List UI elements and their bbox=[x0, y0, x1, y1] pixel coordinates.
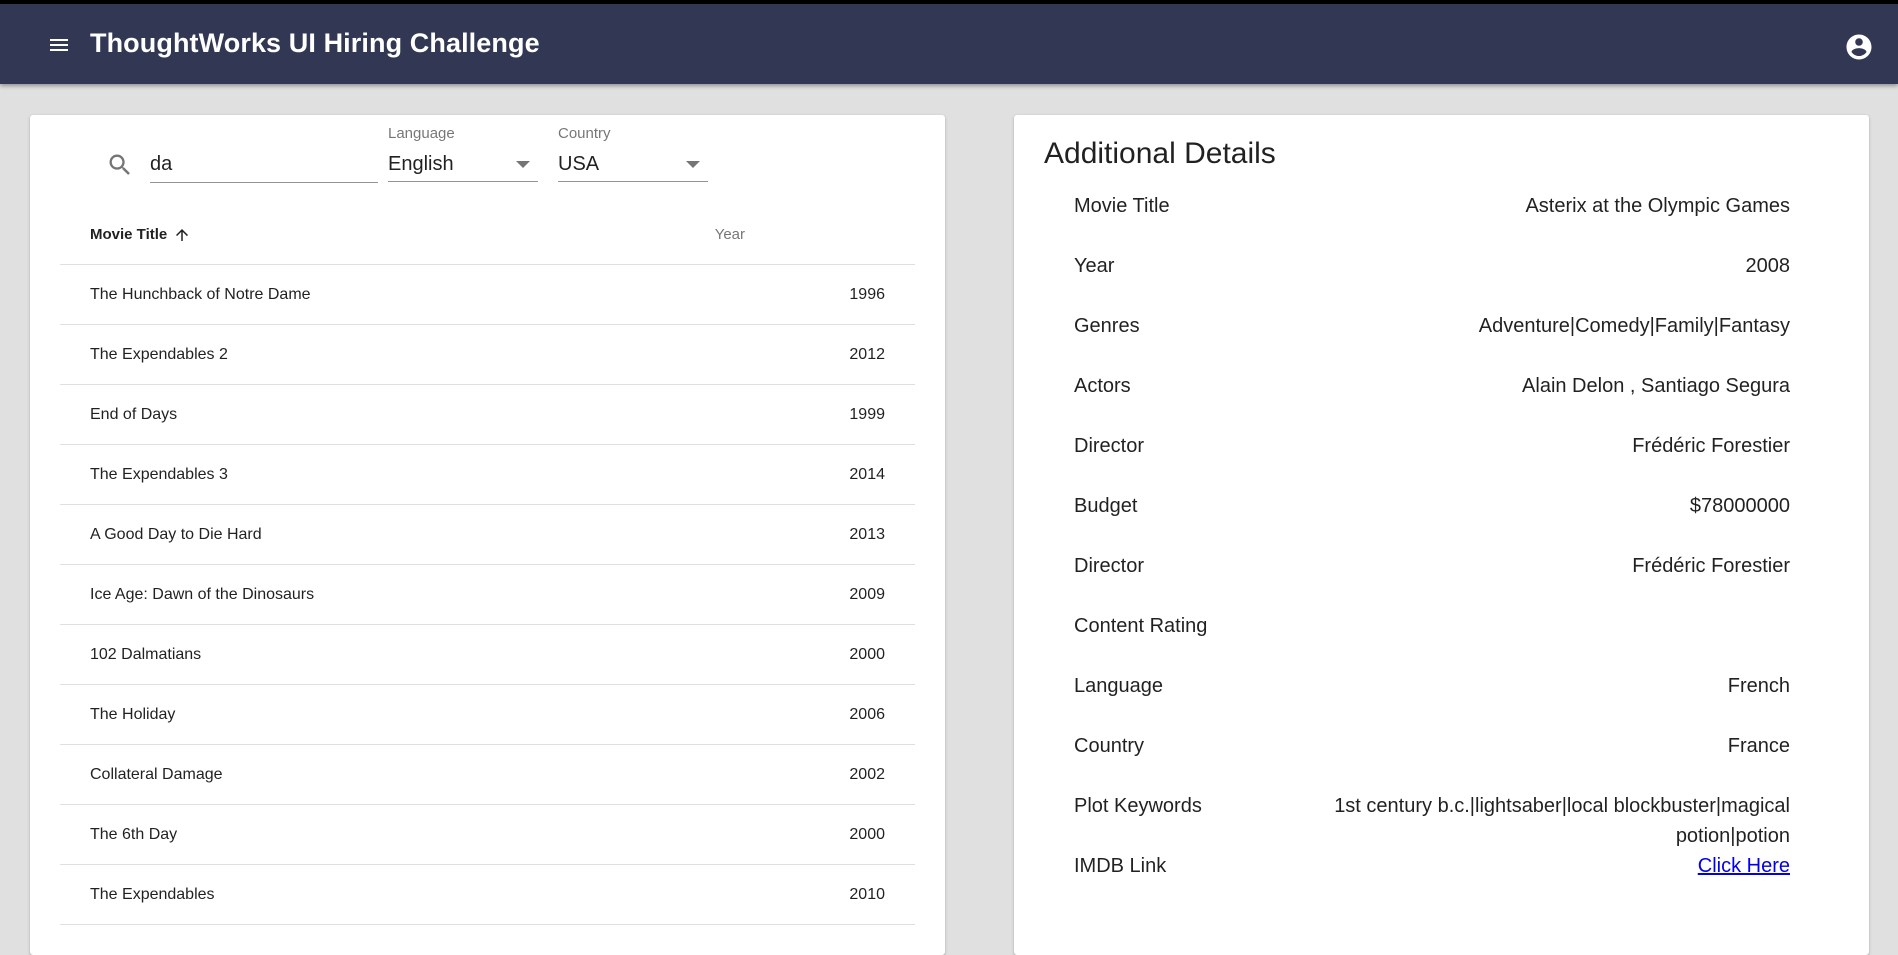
column-header-title: Movie Title bbox=[90, 226, 168, 243]
table-row[interactable]: The Expendables 2010 bbox=[60, 865, 915, 925]
column-header-year[interactable]: Year bbox=[715, 226, 745, 243]
search-icon bbox=[109, 154, 130, 175]
detail-label: IMDB Link bbox=[1074, 855, 1167, 877]
details-card: Additional Details Movie Title Asterix at… bbox=[1014, 115, 1869, 955]
movie-year-cell: 1999 bbox=[849, 405, 885, 423]
table-row[interactable]: End of Days 1999 bbox=[60, 385, 915, 445]
detail-value: 1st century b.c.|lightsaber|local blockb… bbox=[1334, 795, 1790, 847]
detail-row: Country France bbox=[1074, 731, 1790, 791]
detail-label: Actors bbox=[1074, 375, 1131, 397]
table-row[interactable]: The Hunchback of Notre Dame 1996 bbox=[60, 265, 915, 325]
movie-title-cell: The Expendables 3 bbox=[90, 465, 228, 483]
detail-row: Actors Alain Delon , Santiago Segura bbox=[1074, 371, 1790, 431]
dropdown-arrow-icon bbox=[686, 161, 700, 168]
table-row[interactable]: Collateral Damage 2002 bbox=[60, 745, 915, 805]
movie-year-cell: 2009 bbox=[849, 585, 885, 603]
table-row[interactable]: The Expendables 2 2012 bbox=[60, 325, 915, 385]
movie-title-cell: The 6th Day bbox=[90, 825, 178, 843]
movie-title-cell: The Hunchback of Notre Dame bbox=[90, 285, 311, 303]
detail-label: Plot Keywords bbox=[1074, 795, 1202, 817]
search-input[interactable] bbox=[150, 149, 378, 176]
table-header: Movie Title Year bbox=[60, 205, 915, 265]
detail-value: Frédéric Forestier bbox=[1632, 555, 1790, 577]
detail-row: Plot Keywords 1st century b.c.|lightsaber… bbox=[1074, 791, 1790, 851]
detail-label: Language bbox=[1074, 675, 1163, 697]
detail-value: Asterix at the Olympic Games bbox=[1525, 195, 1790, 217]
detail-value: 2008 bbox=[1745, 255, 1791, 277]
app-bar: ThoughtWorks UI Hiring Challenge bbox=[0, 0, 1898, 84]
language-select[interactable]: Language English bbox=[388, 125, 538, 182]
details-list: Movie Title Asterix at the Olympic Games Y… bbox=[1074, 191, 1790, 911]
detail-value: French bbox=[1727, 675, 1790, 697]
detail-row: Budget $78000000 bbox=[1074, 491, 1790, 551]
movie-year-cell: 2014 bbox=[849, 465, 885, 483]
detail-value: France bbox=[1727, 735, 1790, 757]
detail-row: Content Rating bbox=[1074, 611, 1790, 671]
detail-value: Frédéric Forestier bbox=[1632, 435, 1790, 457]
table-row[interactable]: The Holiday 2006 bbox=[60, 685, 915, 745]
detail-row: Director Frédéric Forestier bbox=[1074, 431, 1790, 491]
movie-title-cell: The Expendables 2 bbox=[90, 345, 228, 363]
detail-row: Year 2008 bbox=[1074, 251, 1790, 311]
movie-year-cell: 1996 bbox=[849, 285, 885, 303]
movie-year-cell: 2006 bbox=[849, 705, 885, 723]
menu-icon bbox=[50, 39, 68, 51]
account-button[interactable] bbox=[1842, 30, 1876, 64]
dropdown-arrow-icon bbox=[516, 161, 530, 168]
arrow-up-icon bbox=[176, 228, 189, 241]
detail-label: Director bbox=[1074, 555, 1145, 577]
movie-table: Movie Title Year The Hunchback of Notre … bbox=[60, 205, 915, 925]
movie-year-cell: 2013 bbox=[849, 525, 885, 543]
detail-value: $78000000 bbox=[1689, 495, 1790, 517]
menu-button[interactable] bbox=[44, 30, 74, 60]
table-row[interactable]: A Good Day to Die Hard 2013 bbox=[60, 505, 915, 565]
detail-value: Alain Delon , Santiago Segura bbox=[1522, 375, 1790, 397]
movie-year-cell: 2002 bbox=[849, 765, 885, 783]
imdb-link[interactable]: Click Here bbox=[1698, 851, 1790, 911]
movie-year-cell: 2012 bbox=[849, 345, 885, 363]
country-label: Country bbox=[558, 125, 611, 142]
movie-title-cell: A Good Day to Die Hard bbox=[90, 525, 262, 543]
movie-title-cell: 102 Dalmatians bbox=[90, 645, 202, 663]
language-value: English bbox=[388, 153, 454, 175]
language-label: Language bbox=[388, 125, 455, 142]
detail-row: Genres Adventure|Comedy|Family|Fantasy bbox=[1074, 311, 1790, 371]
app-title: ThoughtWorks UI Hiring Challenge bbox=[90, 28, 540, 58]
table-row[interactable]: The 6th Day 2000 bbox=[60, 805, 915, 865]
detail-label: Year bbox=[1074, 255, 1115, 277]
movie-title-cell: End of Days bbox=[90, 405, 178, 423]
detail-row: Language French bbox=[1074, 671, 1790, 731]
detail-label: Content Rating bbox=[1074, 615, 1208, 637]
movie-year-cell: 2010 bbox=[849, 885, 885, 903]
detail-label: Budget bbox=[1074, 495, 1138, 517]
country-dropdown[interactable]: USA bbox=[558, 148, 708, 182]
movie-title-cell: The Holiday bbox=[90, 705, 176, 723]
detail-value: Adventure|Comedy|Family|Fantasy bbox=[1478, 315, 1790, 337]
sort-by-title[interactable]: Movie Title bbox=[90, 226, 191, 244]
movie-year-cell: 2000 bbox=[849, 825, 885, 843]
detail-row: Director Frédéric Forestier bbox=[1074, 551, 1790, 611]
movie-title-cell: Ice Age: Dawn of the Dinosaurs bbox=[90, 585, 315, 603]
language-dropdown[interactable]: English bbox=[388, 148, 538, 182]
detail-label: Movie Title bbox=[1074, 195, 1170, 217]
movie-title-cell: Collateral Damage bbox=[90, 765, 223, 783]
country-select[interactable]: Country USA bbox=[558, 125, 708, 182]
detail-row: Movie Title Asterix at the Olympic Games bbox=[1074, 191, 1790, 251]
account-circle-icon bbox=[1846, 34, 1872, 60]
details-heading: Additional Details bbox=[1044, 137, 1276, 170]
table-row[interactable]: Ice Age: Dawn of the Dinosaurs 2009 bbox=[60, 565, 915, 625]
movie-year-cell: 2000 bbox=[849, 645, 885, 663]
search-field bbox=[150, 149, 378, 183]
detail-label: Director bbox=[1074, 435, 1145, 457]
detail-label: Country bbox=[1074, 735, 1145, 757]
detail-row: IMDB Link Click Here bbox=[1074, 851, 1790, 911]
movie-list-card: Language English Country USA Movie Title… bbox=[30, 115, 945, 955]
table-row[interactable]: The Expendables 3 2014 bbox=[60, 445, 915, 505]
movie-title-cell: The Expendables bbox=[90, 885, 215, 903]
detail-label: Genres bbox=[1074, 315, 1140, 337]
table-row[interactable]: 102 Dalmatians 2000 bbox=[60, 625, 915, 685]
country-value: USA bbox=[558, 153, 600, 175]
